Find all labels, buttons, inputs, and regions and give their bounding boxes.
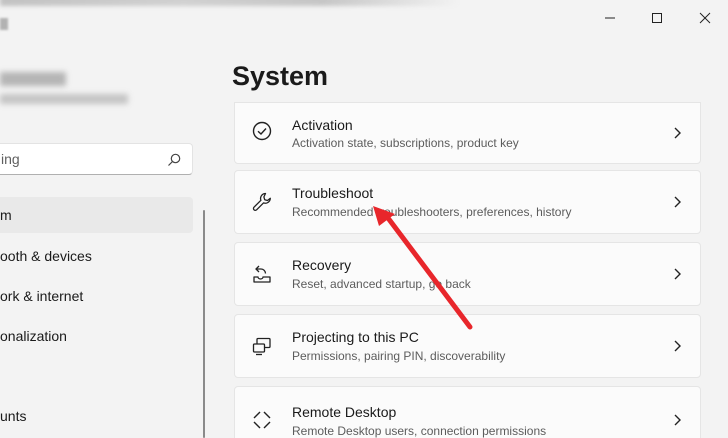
wrench-icon — [252, 192, 271, 211]
card-title: Projecting to this PC — [292, 329, 419, 345]
settings-card-activation[interactable]: Activation Activation state, subscriptio… — [234, 102, 701, 164]
sidebar-item-label: m — [0, 207, 12, 223]
sidebar-item-system[interactable]: m — [0, 197, 193, 233]
projector-icon — [252, 337, 271, 356]
chevron-right-icon — [674, 127, 681, 139]
card-title: Remote Desktop — [292, 404, 397, 420]
chevron-right-icon — [674, 268, 681, 280]
activation-check-icon — [252, 121, 272, 141]
settings-card-projecting[interactable]: Projecting to this PC Permissions, pairi… — [234, 314, 701, 378]
card-title: Recovery — [292, 257, 352, 273]
maximize-icon — [652, 13, 662, 23]
sidebar-item-label: ork & internet — [0, 288, 84, 304]
blurred-profile-name — [0, 72, 66, 86]
maximize-button[interactable] — [634, 0, 680, 36]
sidebar-item-accounts[interactable]: unts — [0, 398, 193, 434]
sidebar-item-bluetooth-devices[interactable]: ooth & devices — [0, 238, 193, 274]
minimize-icon — [605, 17, 615, 19]
card-description: Remote Desktop users, connection permiss… — [292, 424, 547, 438]
page-title: System — [232, 61, 329, 91]
close-button[interactable] — [682, 0, 728, 36]
recovery-icon — [253, 265, 271, 283]
settings-card-recovery[interactable]: Recovery Reset, advanced startup, go bac… — [234, 242, 701, 306]
sidebar-item-label: ooth & devices — [0, 248, 92, 264]
card-title: Troubleshoot — [292, 185, 374, 201]
blurred-app-label — [0, 18, 8, 30]
card-description: Permissions, pairing PIN, discoverabilit… — [292, 349, 506, 363]
card-description: Activation state, subscriptions, product… — [292, 136, 519, 150]
search-input[interactable]: ing — [1, 151, 20, 167]
blurred-window-title — [0, 0, 460, 6]
sidebar-item-label: onalization — [0, 328, 67, 344]
settings-card-troubleshoot[interactable]: Troubleshoot Recommended troubleshooters… — [234, 170, 701, 234]
settings-card-remote-desktop[interactable]: Remote Desktop Remote Desktop users, con… — [234, 386, 701, 438]
chevron-right-icon — [674, 414, 681, 426]
sidebar-scrollbar[interactable] — [203, 210, 205, 438]
card-description: Reset, advanced startup, go back — [292, 277, 471, 291]
sidebar-item-personalization[interactable]: onalization — [0, 318, 193, 354]
sidebar-item-label: unts — [0, 408, 27, 424]
chevron-right-icon — [674, 196, 681, 208]
chevron-right-icon — [674, 340, 681, 352]
blurred-profile-email — [0, 94, 128, 104]
card-title: Activation — [292, 117, 353, 133]
search-box[interactable]: ing — [0, 143, 193, 175]
minimize-button[interactable] — [587, 0, 633, 36]
remote-desktop-icon — [253, 411, 271, 429]
card-description: Recommended troubleshooters, preferences… — [292, 205, 572, 219]
title-bar — [0, 0, 728, 36]
sidebar-item-network-internet[interactable]: ork & internet — [0, 278, 193, 314]
search-icon[interactable] — [166, 152, 182, 168]
close-icon — [699, 12, 711, 24]
